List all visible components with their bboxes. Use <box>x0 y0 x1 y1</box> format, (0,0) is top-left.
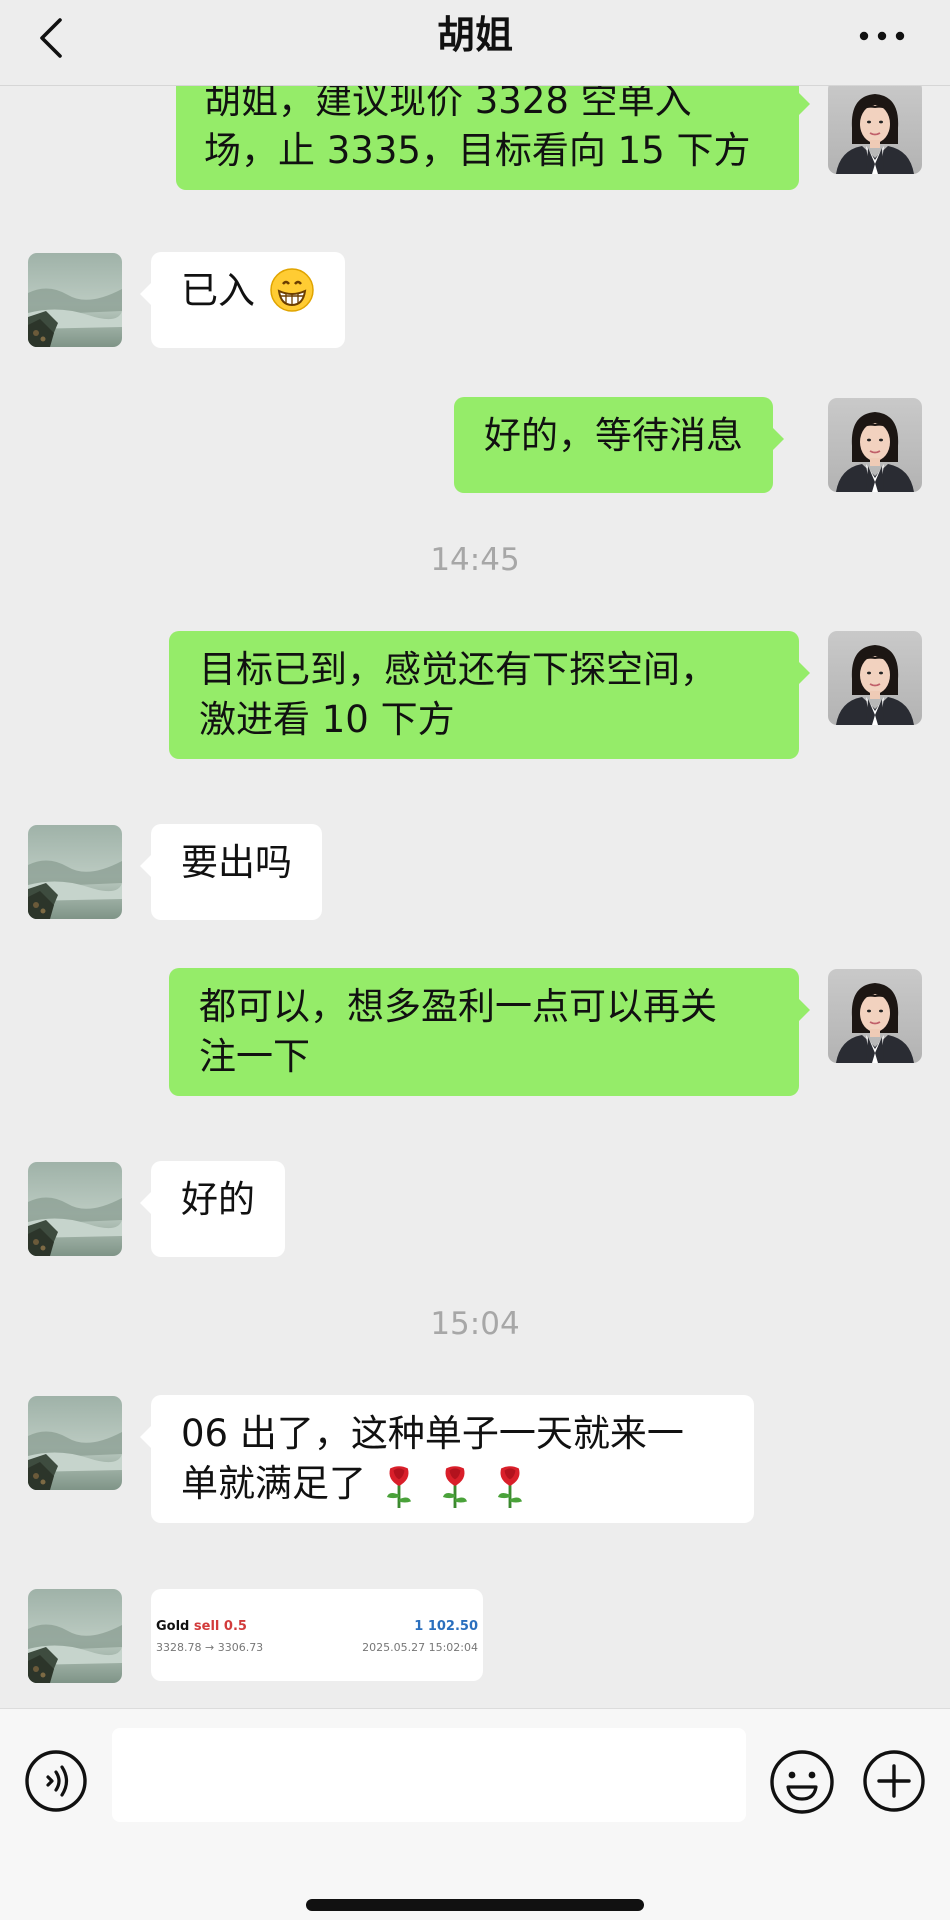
contact-avatar[interactable] <box>28 1589 122 1683</box>
outgoing-message-bubble[interactable]: 好的，等待消息 <box>454 397 784 493</box>
trade-close-time: 2025.05.27 15:02:04 <box>362 1641 478 1654</box>
trade-profit: 1 102.50 <box>414 1619 478 1634</box>
message-text-line: 都可以，想多盈利一点可以再关 <box>199 985 717 1028</box>
trade-action: sell 0.5 <box>193 1619 247 1634</box>
message-list[interactable]: 胡姐，建议现价 3328 空单入 场，止 3335，目标看向 15 下方 已入 … <box>0 86 950 1708</box>
more-dots-icon <box>859 31 905 41</box>
my-avatar[interactable] <box>828 86 922 174</box>
incoming-message-bubble[interactable]: 06 出了，这种单子一天就来一 单就满足了 <box>140 1395 754 1523</box>
trade-symbol-line: Gold sell 0.5 <box>156 1619 247 1634</box>
rose-emoji <box>382 1464 416 1508</box>
more-button[interactable] <box>852 18 912 54</box>
message-text: 已入 <box>181 269 255 312</box>
grinning-face-emoji <box>270 267 314 312</box>
message-text-line: 激进看 10 下方 <box>199 698 455 741</box>
contact-avatar[interactable] <box>28 1396 122 1490</box>
incoming-message-bubble[interactable]: 已入 <box>140 252 345 348</box>
message-text-line: 单就满足了 <box>181 1462 366 1505</box>
message-input[interactable] <box>112 1728 746 1822</box>
rose-emoji <box>493 1464 527 1508</box>
message-text-line: 目标已到，感觉还有下探空间， <box>199 648 717 691</box>
message-text-line: 场，止 3335，目标看向 15 下方 <box>204 129 751 172</box>
message-text-line: 胡姐，建议现价 3328 空单入 <box>204 86 692 122</box>
voice-icon <box>25 1750 87 1812</box>
incoming-message-bubble[interactable]: 好的 <box>140 1161 285 1257</box>
outgoing-message-bubble[interactable]: 目标已到，感觉还有下探空间， 激进看 10 下方 <box>169 631 810 759</box>
timestamp: 14:45 <box>430 542 520 578</box>
voice-button[interactable] <box>24 1749 88 1813</box>
trade-screenshot-card[interactable]: Gold sell 0.5 1 102.50 3328.78 → 3306.73… <box>151 1589 483 1681</box>
my-avatar[interactable] <box>828 969 922 1063</box>
timestamp: 15:04 <box>430 1306 520 1342</box>
emoji-button[interactable] <box>769 1749 835 1815</box>
emoji-smile-icon <box>770 1750 834 1814</box>
message-text: 好的，等待消息 <box>484 414 743 457</box>
trade-symbol: Gold <box>156 1619 190 1634</box>
rose-emoji <box>438 1464 472 1508</box>
message-text-line: 06 出了，这种单子一天就来一 <box>181 1412 684 1455</box>
chat-title: 胡姐 <box>436 13 513 57</box>
my-avatar[interactable] <box>828 398 922 492</box>
contact-avatar[interactable] <box>28 253 122 347</box>
message-text-line: 注一下 <box>199 1035 310 1078</box>
home-indicator[interactable] <box>306 1899 644 1911</box>
outgoing-message-bubble[interactable]: 都可以，想多盈利一点可以再关 注一下 <box>169 968 810 1096</box>
chat-header: 胡姐 <box>0 0 950 86</box>
plus-circle-icon <box>863 1750 925 1812</box>
message-text: 好的 <box>181 1178 255 1221</box>
more-actions-button[interactable] <box>862 1749 926 1813</box>
trade-price-move: 3328.78 → 3306.73 <box>156 1641 264 1654</box>
my-avatar[interactable] <box>828 631 922 725</box>
input-bar <box>0 1708 950 1920</box>
contact-avatar[interactable] <box>28 825 122 919</box>
message-text: 要出吗 <box>181 841 292 884</box>
outgoing-message-bubble[interactable]: 胡姐，建议现价 3328 空单入 场，止 3335，目标看向 15 下方 <box>176 86 810 190</box>
contact-avatar[interactable] <box>28 1162 122 1256</box>
incoming-message-bubble[interactable]: 要出吗 <box>140 824 322 920</box>
